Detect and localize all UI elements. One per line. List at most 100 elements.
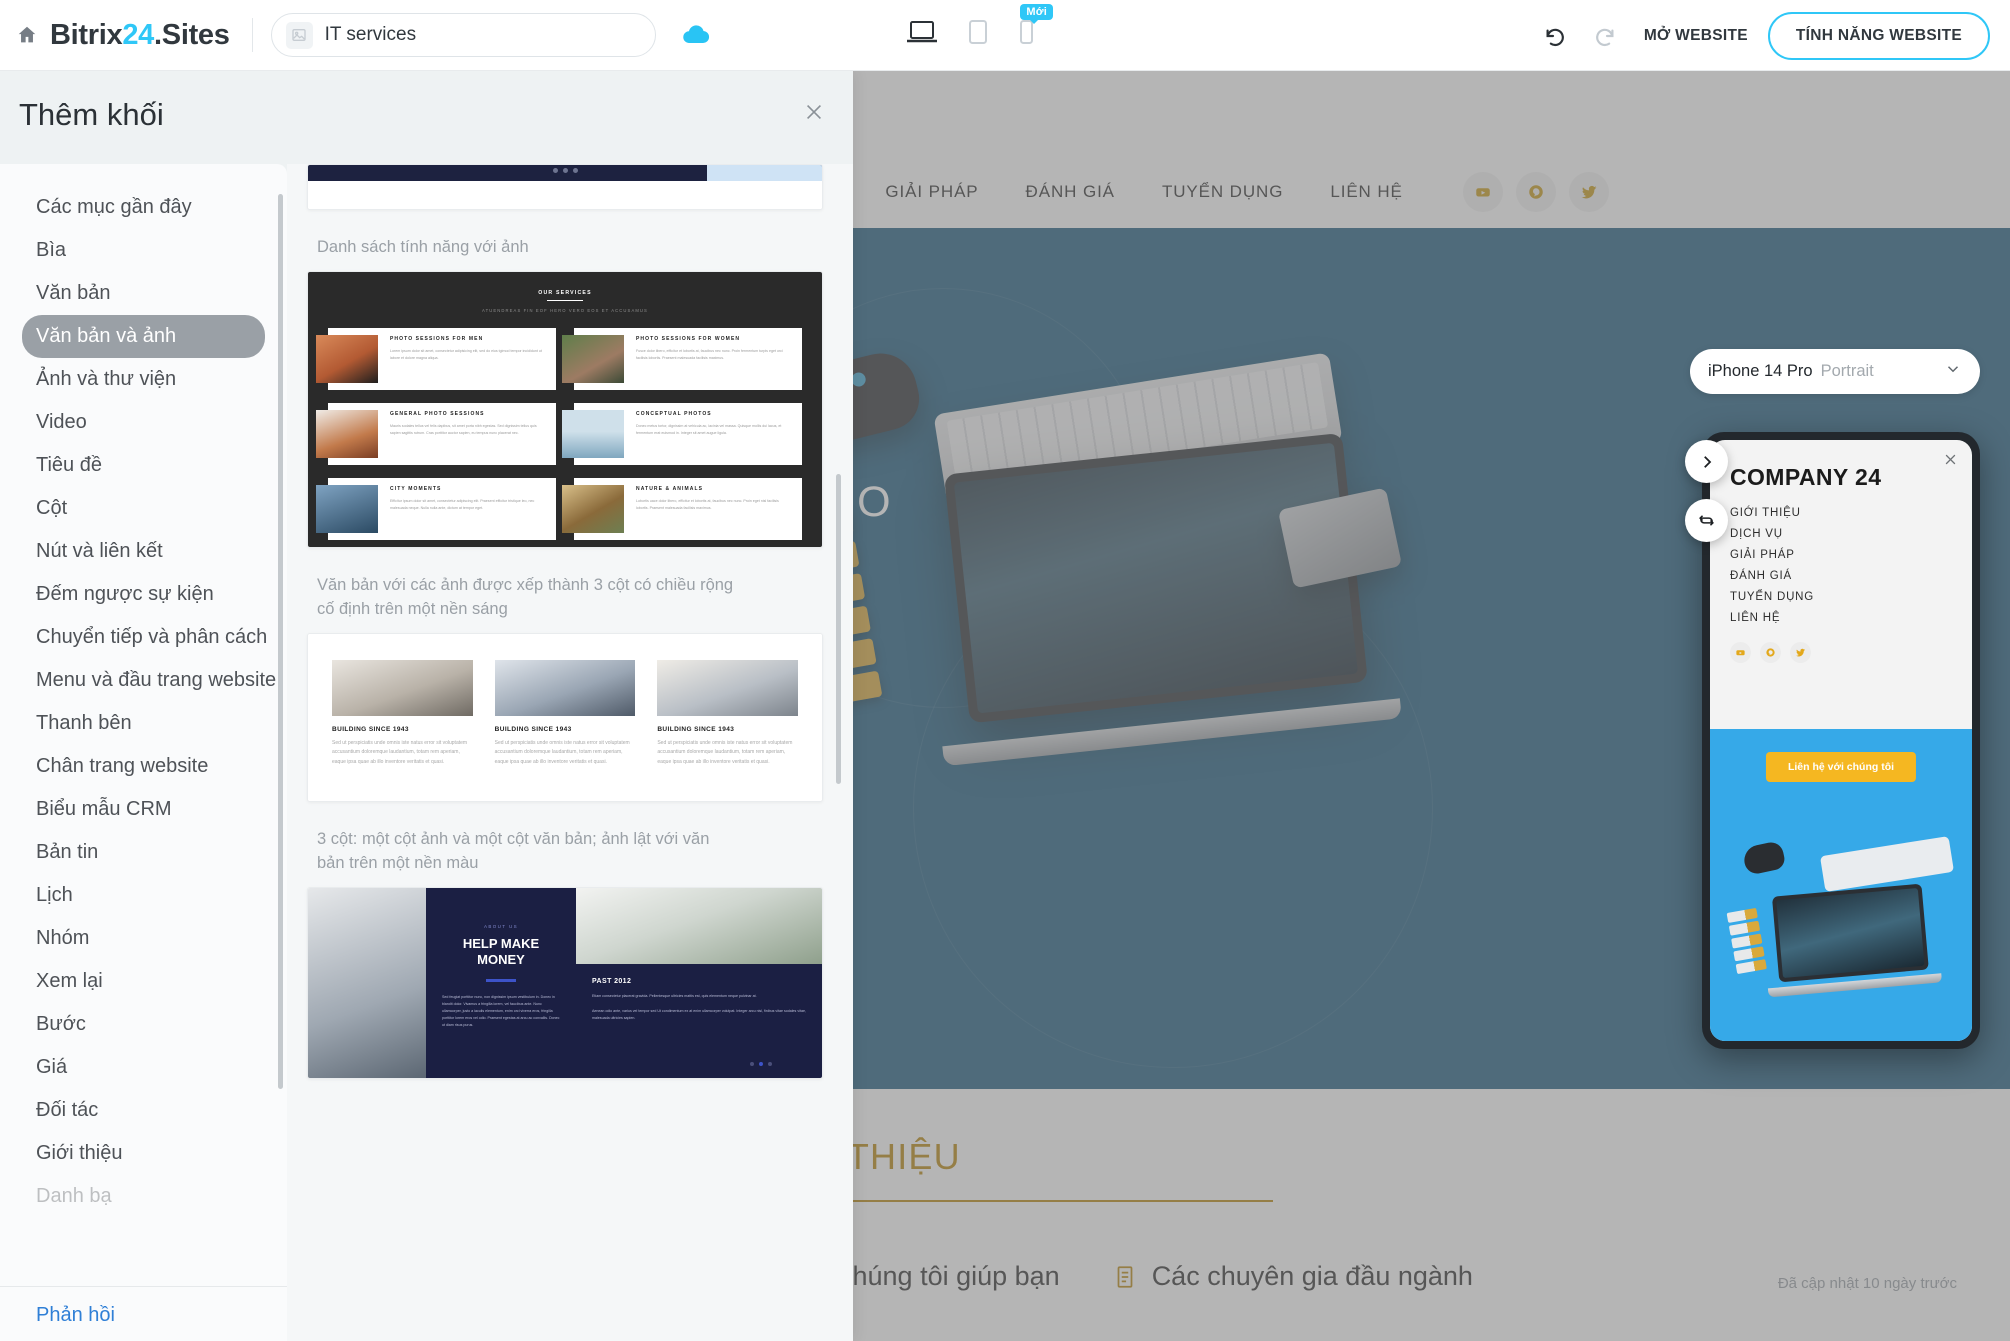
block-label: Danh sách tính năng với ảnh bbox=[317, 238, 529, 256]
sidebar-item-menu-and-header[interactable]: Menu và đầu trang website bbox=[22, 659, 276, 702]
block-preview-thumbnail[interactable]: BUILDING SINCE 1943 Sed ut perspiciatis … bbox=[307, 632, 823, 802]
cloud-icon[interactable] bbox=[679, 18, 713, 52]
thumb-right-text: Aenean odio ante, varius vel tempor sed … bbox=[592, 1008, 806, 1020]
preview-nav-item[interactable]: LIÊN HỆ bbox=[1330, 182, 1402, 202]
sidebar-item-footer[interactable]: Chân trang website bbox=[22, 745, 265, 788]
mobile-cta-button[interactable]: Liên hệ với chúng tôi bbox=[1765, 752, 1917, 782]
sidebar-item-video[interactable]: Video bbox=[22, 401, 265, 444]
close-icon[interactable] bbox=[1943, 452, 1958, 472]
sidebar-item-newsletter[interactable]: Bản tin bbox=[22, 831, 265, 874]
thumb-right-title: PAST 2012 bbox=[592, 977, 632, 985]
undo-icon[interactable] bbox=[1536, 19, 1570, 53]
next-device-button[interactable] bbox=[1685, 440, 1728, 483]
close-icon[interactable] bbox=[803, 101, 825, 128]
preview-nav-item[interactable]: TUYỂN DỤNG bbox=[1162, 182, 1283, 202]
thumb-text: Sed feugiat porttitor nunc, non dignissi… bbox=[442, 995, 560, 1028]
sidebar-item-sidebar[interactable]: Thanh bên bbox=[22, 702, 265, 745]
site-name-field[interactable]: IT services bbox=[270, 13, 656, 57]
sidebar-item-columns[interactable]: Cột bbox=[22, 487, 265, 530]
laptop-illustration bbox=[942, 432, 1402, 767]
youtube-icon[interactable] bbox=[1462, 172, 1503, 212]
mobile-device-preview[interactable]: COMPANY 24 GIỚI THIỆU DỊCH VỤ GIẢI PHÁP … bbox=[1702, 432, 1980, 1049]
block-item[interactable]: 3 cột: một cột ảnh và một cột văn bản; ả… bbox=[307, 828, 823, 1079]
thumb-cell-title: PHOTO SESSIONS FOR MEN bbox=[390, 335, 484, 342]
home-icon[interactable] bbox=[14, 22, 40, 48]
chevron-down-icon[interactable] bbox=[1944, 360, 1962, 383]
website-features-button[interactable]: TÍNH NĂNG WEBSITE bbox=[1767, 11, 1990, 60]
mobile-nav-item[interactable]: ĐÁNH GIÁ bbox=[1730, 570, 1972, 582]
sidebar-scrollbar[interactable] bbox=[278, 194, 283, 1089]
block-list[interactable]: Danh sách tính năng với ảnh OUR SERVICES… bbox=[287, 164, 853, 1341]
pinterest-icon[interactable] bbox=[1515, 172, 1556, 212]
rotate-device-button[interactable] bbox=[1685, 499, 1728, 542]
block-preview-thumbnail[interactable]: OUR SERVICES ATUENDREAS FIN EOF HERO VER… bbox=[307, 270, 823, 548]
phone-icon[interactable]: Mới bbox=[1017, 4, 1053, 53]
sidebar-item-about[interactable]: Giới thiệu bbox=[22, 1132, 265, 1175]
mobile-nav-item[interactable]: TUYỂN DỤNG bbox=[1730, 591, 1972, 603]
sidebar-item-transitions-and-dividers[interactable]: Chuyển tiếp và phân cách bbox=[22, 616, 267, 659]
sidebar-item-heading[interactable]: Tiêu đề bbox=[22, 444, 265, 487]
sidebar-item-crm-form[interactable]: Biểu mẫu CRM bbox=[22, 788, 265, 831]
sidebar-item-pricing[interactable]: Giá bbox=[22, 1046, 265, 1089]
sidebar-item-steps[interactable]: Bước bbox=[22, 1003, 265, 1046]
sidebar-item-calendar[interactable]: Lịch bbox=[22, 874, 265, 917]
block-preview-thumbnail[interactable] bbox=[307, 164, 823, 210]
image-placeholder-icon bbox=[285, 21, 313, 49]
preview-updated-text: Đã cập nhật 10 ngày trước bbox=[1777, 1275, 1957, 1292]
sidebar-item-buttons-and-links[interactable]: Nút và liên kết bbox=[22, 530, 265, 573]
mobile-nav-item[interactable]: DỊCH VỤ bbox=[1730, 528, 1972, 540]
thumb-column-title: BUILDING SINCE 1943 bbox=[657, 725, 735, 733]
sidebar-item-recent[interactable]: Các mục gần đây bbox=[22, 186, 265, 229]
thumb-column: BUILDING SINCE 1943 Sed ut perspiciatis … bbox=[332, 659, 473, 768]
thumb-cell-text: Mauris sodales tellus vel felis dapibus,… bbox=[390, 424, 537, 435]
open-website-button[interactable]: MỞ WEBSITE bbox=[1644, 27, 1748, 45]
sidebar-item-contacts[interactable]: Danh bạ bbox=[22, 1175, 265, 1218]
mobile-nav-item[interactable]: GIỚI THIỆU bbox=[1730, 507, 1972, 519]
thumb-column-text: Sed ut perspiciatis unde omnis iste natu… bbox=[657, 739, 793, 765]
pinterest-icon[interactable] bbox=[1760, 642, 1781, 663]
block-list-scrollbar[interactable] bbox=[836, 474, 841, 784]
sidebar-item-text-and-image[interactable]: Văn bản và ảnh bbox=[22, 315, 265, 358]
thumb-title: HELP MAKE MONEY bbox=[462, 935, 540, 967]
feedback-link[interactable]: Phản hồi bbox=[36, 1304, 115, 1326]
preview-nav-item[interactable]: GIẢI PHÁP bbox=[885, 182, 978, 202]
sidebar-item-countdown[interactable]: Đếm ngược sự kiện bbox=[22, 573, 265, 616]
redo-icon[interactable] bbox=[1590, 19, 1624, 53]
block-item[interactable]: Danh sách tính năng với ảnh OUR SERVICES… bbox=[307, 236, 823, 548]
category-scroll-area[interactable]: Các mục gần đây Bìa Văn bản Văn bản và ả… bbox=[0, 164, 287, 1286]
block-item[interactable] bbox=[307, 164, 823, 210]
thumb-cell-text: Lobortis uace dolor libero, efficitur et… bbox=[636, 499, 779, 510]
thumb-column-title: BUILDING SINCE 1943 bbox=[494, 725, 572, 733]
preview-nav-item[interactable]: ĐÁNH GIÁ bbox=[1026, 182, 1115, 202]
mobile-nav-item[interactable]: GIẢI PHÁP bbox=[1730, 549, 1972, 561]
laptop-icon[interactable] bbox=[905, 18, 939, 53]
sidebar-item-image-and-gallery[interactable]: Ảnh và thư viện bbox=[22, 358, 265, 401]
mobile-hero: Liên hệ với chúng tôi bbox=[1710, 729, 1972, 1041]
mouse-illustration bbox=[1741, 840, 1787, 876]
device-preview-controls bbox=[1685, 440, 1728, 542]
thumb-image bbox=[562, 484, 624, 533]
preview-about-divider bbox=[853, 1200, 1273, 1202]
thumb-image bbox=[657, 659, 798, 716]
mobile-nav-item[interactable]: LIÊN HỆ bbox=[1730, 612, 1972, 624]
sidebar-item-partners[interactable]: Đối tác bbox=[22, 1089, 265, 1132]
laptop-illustration bbox=[1767, 883, 1943, 998]
thumb-cell-text: Fusce dolor libero, efficitur et loborti… bbox=[636, 349, 783, 360]
thumb-image bbox=[576, 887, 822, 964]
top-toolbar: Bitrix24.Sites IT services Mới MỞ WEBSIT… bbox=[0, 0, 2010, 71]
sidebar-item-cover[interactable]: Bìa bbox=[22, 229, 265, 272]
sidebar-item-text[interactable]: Văn bản bbox=[22, 272, 265, 315]
tablet-icon[interactable] bbox=[966, 18, 990, 53]
youtube-icon[interactable] bbox=[1730, 642, 1751, 663]
page-title: Thêm khối bbox=[19, 97, 164, 132]
device-model-select[interactable]: iPhone 14 Pro Portrait bbox=[1690, 349, 1980, 394]
sidebar-item-reviews[interactable]: Xem lại bbox=[22, 960, 265, 1003]
block-preview-thumbnail[interactable]: ABOUT US HELP MAKE MONEY Sed feugiat por… bbox=[307, 886, 823, 1079]
twitter-icon[interactable] bbox=[1790, 642, 1811, 663]
twitter-icon[interactable] bbox=[1568, 172, 1609, 212]
thumb-cell-title: PHOTO SESSIONS FOR WOMEN bbox=[636, 335, 741, 342]
thumb-image bbox=[316, 334, 378, 383]
block-item[interactable]: Văn bản với các ảnh được xếp thành 3 cột… bbox=[307, 574, 823, 802]
thumb-image bbox=[316, 409, 378, 458]
sidebar-item-team[interactable]: Nhóm bbox=[22, 917, 265, 960]
